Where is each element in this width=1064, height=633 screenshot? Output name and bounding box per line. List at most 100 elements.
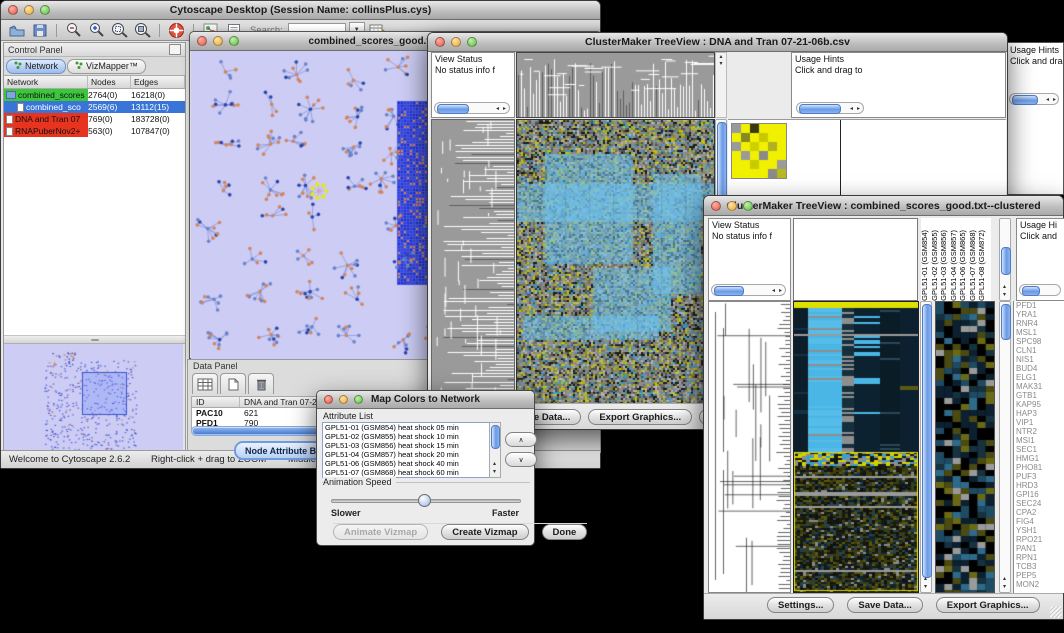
network-row[interactable]: RNAPuberNov2+ 563(0) 107847(0) <box>4 125 185 137</box>
gene-label[interactable]: HRD3 <box>1014 481 1064 490</box>
minimize-button[interactable] <box>451 37 461 47</box>
gene-label[interactable]: NIS1 <box>1014 355 1064 364</box>
gene-label[interactable]: SEC24 <box>1014 499 1064 508</box>
close-button[interactable] <box>324 395 333 404</box>
float-panel-icon[interactable] <box>169 44 181 55</box>
control-panel-tab[interactable]: VizMapper™ <box>67 59 146 74</box>
heatmap-scrollbar[interactable]: ▴▾ <box>920 301 932 593</box>
gene-label[interactable]: ELG1 <box>1014 373 1064 382</box>
gene-label[interactable]: GTB1 <box>1014 391 1064 400</box>
attribute-select-button[interactable] <box>192 373 218 394</box>
zoom-button[interactable] <box>40 5 50 15</box>
column-dendrogram[interactable] <box>516 52 715 118</box>
zoom-out-button[interactable] <box>63 21 84 39</box>
gene-label[interactable]: PFD1 <box>1014 301 1064 310</box>
animate-vizmap-button[interactable]: Animate Vizmap <box>333 524 428 540</box>
gene-label[interactable]: HMG1 <box>1014 454 1064 463</box>
zoom-heatmap[interactable] <box>731 123 787 179</box>
network-row[interactable]: DNA and Tran 07 769(0) 183728(0) <box>4 113 185 125</box>
minimize-button[interactable] <box>213 36 223 46</box>
zoom-button[interactable] <box>229 36 239 46</box>
row-dendrogram[interactable] <box>431 119 515 406</box>
dendrogram-scroll-strip[interactable]: ▴▾ <box>715 52 727 118</box>
gene-label[interactable]: RPO21 <box>1014 535 1064 544</box>
gene-label[interactable]: PAN1 <box>1014 544 1064 553</box>
delete-attribute-button[interactable] <box>248 373 274 394</box>
gene-label[interactable]: MSL1 <box>1014 328 1064 337</box>
network-row[interactable]: combined_sco 2569(6) 13112(15) <box>4 101 185 113</box>
zoom-button[interactable] <box>743 201 753 211</box>
gene-label[interactable]: SPC98 <box>1014 337 1064 346</box>
labels-scrollbar[interactable]: ▴▾ <box>999 218 1011 301</box>
gene-label[interactable]: CLN1 <box>1014 346 1064 355</box>
done-button[interactable]: Done <box>542 524 588 540</box>
minimize-button[interactable] <box>727 201 737 211</box>
gene-label[interactable]: SEC1 <box>1014 445 1064 454</box>
attribute-item[interactable]: GPL51-04 (GSM857) heat shock 20 min <box>323 450 499 459</box>
scrollbar[interactable]: ◂▸ <box>1009 93 1059 105</box>
attribute-list-scrollbar[interactable]: ▴▾ <box>489 422 501 478</box>
gene-label[interactable]: FIG4 <box>1014 517 1064 526</box>
zoom-button[interactable] <box>354 395 363 404</box>
close-button[interactable] <box>711 201 721 211</box>
scrollbar[interactable]: ◂▸ <box>711 284 786 296</box>
resize-grip[interactable] <box>1050 606 1062 618</box>
attribute-item[interactable]: GPL51-02 (GSM855) heat shock 10 min <box>323 432 499 441</box>
move-up-button[interactable]: ∧ <box>505 432 537 447</box>
gene-label[interactable]: KAP95 <box>1014 400 1064 409</box>
attribute-item[interactable]: GPL51-01 (GSM854) heat shock 05 min <box>323 423 499 432</box>
minimize-button[interactable] <box>24 5 34 15</box>
title-bar[interactable]: ClusterMaker TreeView : DNA and Tran 07-… <box>428 33 1007 52</box>
open-session-button[interactable] <box>6 21 27 39</box>
gene-label[interactable]: CPA2 <box>1014 508 1064 517</box>
title-bar[interactable]: Map Colors to Network <box>317 391 534 409</box>
gene-label[interactable]: RNR4 <box>1014 319 1064 328</box>
birdseye-view[interactable] <box>4 344 183 454</box>
control-panel-tab[interactable]: Network <box>6 59 66 74</box>
title-bar[interactable]: Cytoscape Desktop (Session Name: collins… <box>1 1 600 20</box>
gene-label[interactable]: MON2 <box>1014 580 1064 589</box>
treeview-action-button[interactable]: Export Graphics... <box>588 409 692 425</box>
gene-label[interactable]: VIP1 <box>1014 418 1064 427</box>
scrollbar[interactable]: ◂▸ <box>796 102 864 114</box>
attribute-item[interactable]: GPL51-07 (GSM868) heat shock 60 min <box>323 468 499 477</box>
treeview-action-button[interactable]: Settings... <box>767 597 834 613</box>
zoom-in-button[interactable] <box>86 21 107 39</box>
gene-label[interactable]: PEP5 <box>1014 571 1064 580</box>
scrollbar[interactable]: ◂▸ <box>434 102 510 114</box>
new-attribute-button[interactable] <box>220 373 246 394</box>
gene-label[interactable]: MAK31 <box>1014 382 1064 391</box>
zoom-button[interactable] <box>467 37 477 47</box>
gene-label[interactable]: NTR2 <box>1014 427 1064 436</box>
gene-label[interactable]: GPI16 <box>1014 490 1064 499</box>
panel-divider[interactable] <box>4 336 185 344</box>
move-down-button[interactable]: ∨ <box>505 452 537 467</box>
gene-label[interactable]: PHO81 <box>1014 463 1064 472</box>
gene-list-scrollbar[interactable]: ▴▾ <box>999 301 1011 593</box>
gene-label[interactable]: YSH1 <box>1014 526 1064 535</box>
array-column-label[interactable]: GPL51-08 (GSM872) <box>978 230 988 301</box>
gene-label[interactable]: BUD4 <box>1014 364 1064 373</box>
zoom-fit-button[interactable] <box>132 21 153 39</box>
zoom-heatmap[interactable] <box>935 301 995 593</box>
scrollbar[interactable] <box>1019 284 1061 296</box>
close-button[interactable] <box>197 36 207 46</box>
gene-label[interactable]: MSI1 <box>1014 436 1064 445</box>
create-vizmap-button[interactable]: Create Vizmap <box>441 524 528 540</box>
global-heatmap[interactable] <box>516 119 715 406</box>
row-dendrogram[interactable] <box>708 301 791 593</box>
network-row[interactable]: combined_scores 2764(0) 16218(0) <box>4 89 185 101</box>
gene-label[interactable]: HAP3 <box>1014 409 1064 418</box>
gene-label[interactable]: PUF3 <box>1014 472 1064 481</box>
global-heatmap[interactable] <box>793 301 919 593</box>
gene-label[interactable]: YRA1 <box>1014 310 1064 319</box>
close-button[interactable] <box>8 5 18 15</box>
gene-label[interactable]: RPN1 <box>1014 553 1064 562</box>
zoom-selected-button[interactable] <box>109 21 130 39</box>
gene-label[interactable]: TCB3 <box>1014 562 1064 571</box>
help-button[interactable] <box>166 21 187 39</box>
save-session-button[interactable] <box>29 21 50 39</box>
attribute-item[interactable]: GPL51-06 (GSM865) heat shock 40 min <box>323 459 499 468</box>
speed-slider-thumb[interactable] <box>418 494 431 507</box>
minimize-button[interactable] <box>339 395 348 404</box>
